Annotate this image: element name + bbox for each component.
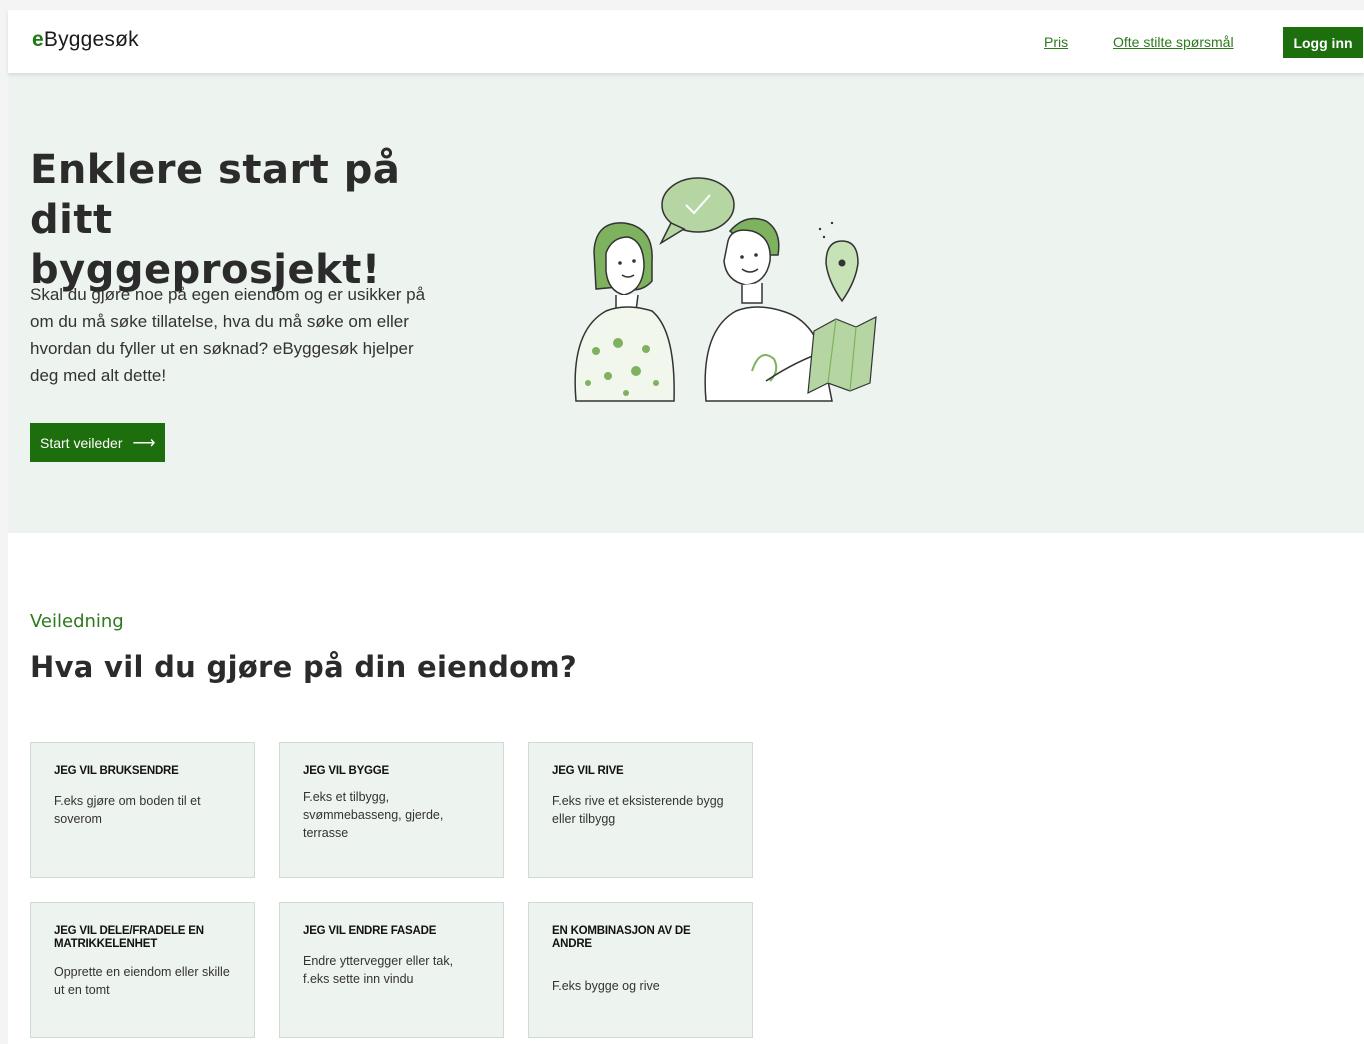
browser-top-strip <box>0 0 1364 10</box>
hero-title: Enklere start på ditt byggeprosjekt! <box>30 145 470 295</box>
arrow-right-icon: ⟶ <box>132 434 156 452</box>
card-title: EN KOMBINASJON AV DE ANDRE <box>552 925 691 950</box>
card-title: JEG VIL BRUKSENDRE <box>54 765 179 777</box>
card-dele-fradele[interactable]: JEG VIL DELE/FRADELE EN MATRIKKELENHET O… <box>30 902 255 1038</box>
card-bygge[interactable]: JEG VIL BYGGE F.eks et tilbygg, svømmeba… <box>279 742 504 878</box>
hero-title-line1: Enklere start på ditt <box>30 147 401 243</box>
hero-illustration <box>574 177 877 402</box>
card-description: F.eks rive et eksisterende bygg eller ti… <box>552 794 724 826</box>
card-description: Endre yttervegger eller tak, f.eks sette… <box>303 954 454 986</box>
card-bruksendre[interactable]: JEG VIL BRUKSENDRE F.eks gjøre om boden … <box>30 742 255 878</box>
card-title: JEG VIL BYGGE <box>303 765 390 777</box>
logo-e: e <box>32 28 44 51</box>
card-rive[interactable]: JEG VIL RIVE F.eks rive et eksisterende … <box>528 742 753 878</box>
site-header: eByggesøk Pris Ofte stilte spørsmål Logg… <box>8 10 1364 73</box>
card-title: JEG VIL DELE/FRADELE EN MATRIKKELENHET <box>54 925 204 950</box>
nav-link-pris[interactable]: Pris <box>1044 34 1068 50</box>
card-endre-fasade[interactable]: JEG VIL ENDRE FASADE Endre yttervegger e… <box>279 902 504 1038</box>
card-kombinasjon[interactable]: EN KOMBINASJON AV DE ANDRE F.eks bygge o… <box>528 902 753 1038</box>
card-description: Opprette en eiendom eller skille ut en t… <box>54 965 230 997</box>
logo-text: Byggesøk <box>43 28 139 51</box>
woman-figure-icon <box>574 222 675 402</box>
card-title: JEG VIL ENDRE FASADE <box>303 925 437 937</box>
browser-left-strip <box>0 0 8 1044</box>
card-title: JEG VIL RIVE <box>552 765 624 777</box>
hero-section: Enklere start på ditt byggeprosjekt! Ska… <box>8 73 1364 533</box>
section-title: Hva vil du gjøre på din eiendom? <box>30 650 578 684</box>
hero-description: Skal du gjøre noe på egen eiendom og er … <box>30 285 426 385</box>
section-eyebrow: Veiledning <box>30 611 124 632</box>
login-button[interactable]: Logg inn <box>1283 27 1363 58</box>
card-description: F.eks gjøre om boden til et soverom <box>54 794 201 826</box>
speech-bubble-icon <box>659 177 735 245</box>
nav-link-faq[interactable]: Ofte stilte spørsmål <box>1113 34 1234 50</box>
start-guide-button[interactable]: Start veileder ⟶ <box>30 423 165 462</box>
site-logo[interactable]: eByggesøk <box>32 28 139 52</box>
map-pin-icon <box>807 221 877 395</box>
start-guide-label: Start veileder <box>40 434 123 451</box>
card-description: F.eks bygge og rive <box>552 979 660 993</box>
card-description: F.eks et tilbygg, svømmebasseng, gjerde,… <box>303 790 444 840</box>
